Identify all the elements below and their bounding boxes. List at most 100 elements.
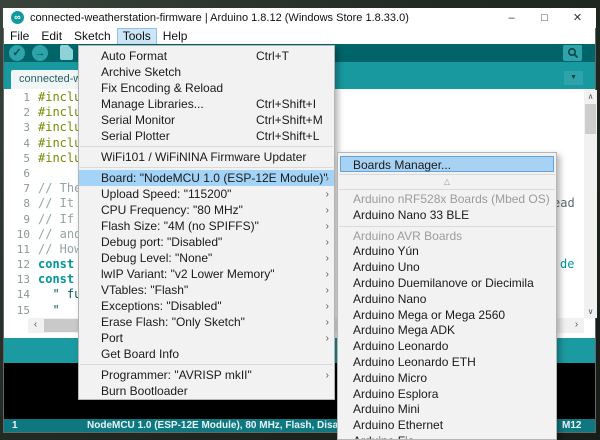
menubar-item-file[interactable]: File <box>4 28 35 45</box>
line-number: 10 <box>4 227 38 242</box>
menu-item-vtables-flash[interactable]: VTables: "Flash"› <box>79 282 334 298</box>
submenu-arrow-icon: › <box>326 283 329 299</box>
menu-item-label: CPU Frequency: "80 MHz" <box>101 203 243 217</box>
menu-item-debug-port-disabled[interactable]: Debug port: "Disabled"› <box>79 234 334 250</box>
menu-item-burn-bootloader[interactable]: Burn Bootloader <box>79 383 334 399</box>
menu-item-label: Burn Bootloader <box>101 384 188 398</box>
boards-menu-item-arduino-micro[interactable]: Arduino Micro <box>338 371 556 387</box>
code-text: // and <box>38 227 81 242</box>
submenu-arrow-icon: › <box>326 187 329 203</box>
boards-menu-item-arduino-y-n[interactable]: Arduino Yún <box>338 244 556 260</box>
menu-item-label: Serial Plotter <box>101 129 170 143</box>
boards-menu-item-arduino-fio[interactable]: Arduino Fio <box>338 434 556 440</box>
boards-menu-item-arduino-mega-or-mega-2560[interactable]: Arduino Mega or Mega 2560 <box>338 308 556 324</box>
menu-item-archive-sketch[interactable]: Archive Sketch <box>79 64 334 80</box>
line-number: 15 <box>4 303 38 318</box>
menu-item-exceptions-disabled[interactable]: Exceptions: "Disabled"› <box>79 298 334 314</box>
menu-item-manage-libraries[interactable]: Manage Libraries...Ctrl+Shift+I <box>79 96 334 112</box>
menu-item-fix-encoding-reload[interactable]: Fix Encoding & Reload <box>79 80 334 96</box>
code-text: #inclu <box>38 136 81 151</box>
menu-item-label: Serial Monitor <box>101 113 175 127</box>
menu-item-cpu-frequency-80-mhz[interactable]: CPU Frequency: "80 MHz" › <box>79 202 334 218</box>
menu-item-get-board-info[interactable]: Get Board Info <box>79 346 334 362</box>
menu-item-serial-plotter[interactable]: Serial PlotterCtrl+Shift+L <box>79 128 334 144</box>
code-text: #inclu <box>38 90 81 105</box>
boards-menu-item-arduino-duemilanove-or-diecimila[interactable]: Arduino Duemilanove or Diecimila <box>338 276 556 292</box>
line-number: 2 <box>4 105 38 120</box>
magnifier-icon <box>567 47 579 59</box>
title-bar: ∞ connected-weatherstation-firmware | Ar… <box>3 8 596 28</box>
editor-vertical-scrollbar[interactable]: ∧ ∨ <box>584 90 597 318</box>
menu-separator <box>339 226 555 227</box>
menu-item-flash-size-4m-no-spiffs[interactable]: Flash Size: "4M (no SPIFFS)"› <box>79 218 334 234</box>
boards-menu-item-arduino-nano[interactable]: Arduino Nano <box>338 292 556 308</box>
menu-item-label: lwIP Variant: "v2 Lower Memory" <box>101 267 274 281</box>
menu-shortcut: Ctrl+Shift+M <box>256 112 323 128</box>
menu-item-port[interactable]: Port› <box>79 330 334 346</box>
boards-menu-item-arduino-mini[interactable]: Arduino Mini <box>338 402 556 418</box>
menu-item-label: Debug port: "Disabled" <box>101 235 222 249</box>
menubar-item-help[interactable]: Help <box>157 28 194 45</box>
serial-monitor-button[interactable] <box>563 45 582 61</box>
menu-item-auto-format[interactable]: Auto FormatCtrl+T <box>79 48 334 64</box>
vertical-scrollbar-thumb[interactable] <box>585 104 596 134</box>
boards-menu-item-arduino-leonardo[interactable]: Arduino Leonardo <box>338 339 556 355</box>
new-sketch-button[interactable] <box>60 45 73 60</box>
submenu-arrow-icon: › <box>326 251 329 267</box>
boards-menu-item-boards-manager[interactable]: Boards Manager... <box>340 156 554 172</box>
menu-separator <box>339 189 555 190</box>
upload-button[interactable]: → <box>32 45 48 61</box>
menu-item-debug-level-none[interactable]: Debug Level: "None" › <box>79 250 334 266</box>
menubar-item-tools[interactable]: Tools <box>117 28 157 45</box>
scroll-right-arrow-icon[interactable]: › <box>569 318 584 333</box>
verify-button[interactable]: ✓ <box>9 45 25 61</box>
line-number: 12 <box>4 257 38 272</box>
line-number: 9 <box>4 212 38 227</box>
code-text: const <box>38 272 74 287</box>
code-text: #inclu <box>38 151 81 166</box>
boards-menu-item-arduino-ethernet[interactable]: Arduino Ethernet <box>338 418 556 434</box>
menu-item-label: Debug Level: "None" <box>101 251 212 265</box>
menu-item-lwip-variant-v2-lower-memory[interactable]: lwIP Variant: "v2 Lower Memory"› <box>79 266 334 282</box>
desktop-background: ∞ connected-weatherstation-firmware | Ar… <box>0 0 600 440</box>
menu-item-erase-flash-only-sketch[interactable]: Erase Flash: "Only Sketch"› <box>79 314 334 330</box>
line-number: 11 <box>4 242 38 257</box>
close-button[interactable]: ✕ <box>561 8 594 28</box>
cursor-line-indicator: 1 <box>12 419 18 432</box>
boards-menu-item-arduino-esplora[interactable]: Arduino Esplora <box>338 387 556 403</box>
menu-separator <box>80 167 333 168</box>
menu-item-board-nodemcu-1-0-esp-12e-module[interactable]: Board: "NodeMCU 1.0 (ESP-12E Module)"› <box>79 170 334 186</box>
menubar-item-edit[interactable]: Edit <box>35 28 68 45</box>
scroll-down-arrow-icon[interactable]: ∨ <box>584 305 597 318</box>
port-text-fragment: M12 <box>562 419 581 432</box>
boards-submenu-popup: Boards Manager... △ Arduino nRF528x Boards… <box>337 152 557 440</box>
code-text: // It <box>38 196 74 211</box>
menu-item-label: Port <box>101 331 123 345</box>
boards-menu-item-arduino-mega-adk[interactable]: Arduino Mega ADK <box>338 323 556 339</box>
menu-item-programmer-avrisp-mkii[interactable]: Programmer: "AVRISP mkII"› <box>79 367 334 383</box>
tab-list-dropdown-button[interactable]: ▼ <box>564 71 583 85</box>
menu-item-label: Flash Size: "4M (no SPIFFS)" <box>101 219 259 233</box>
menu-scroll-up-control[interactable]: △ <box>338 177 556 187</box>
line-number: 5 <box>4 151 38 166</box>
boards-menu-item-arduino-nrf528x-boards-mbed-os: Arduino nRF528x Boards (Mbed OS) <box>338 192 556 208</box>
submenu-arrow-icon: › <box>326 203 329 219</box>
scroll-left-arrow-icon[interactable]: ‹ <box>28 318 43 333</box>
menu-item-upload-speed-115200[interactable]: Upload Speed: "115200"› <box>79 186 334 202</box>
boards-menu-item-arduino-leonardo-eth[interactable]: Arduino Leonardo ETH <box>338 355 556 371</box>
menu-item-label: Programmer: "AVRISP mkII" <box>101 368 252 382</box>
menubar-item-sketch[interactable]: Sketch <box>68 28 117 45</box>
menu-item-serial-monitor[interactable]: Serial Monitor Ctrl+Shift+M <box>79 112 334 128</box>
boards-menu-item-arduino-nano-33-ble[interactable]: Arduino Nano 33 BLE <box>338 208 556 224</box>
submenu-arrow-icon: › <box>326 299 329 315</box>
boards-menu-item-arduino-uno[interactable]: Arduino Uno <box>338 260 556 276</box>
minimize-button[interactable]: – <box>495 8 528 28</box>
code-text: #inclu <box>38 120 81 135</box>
code-text: #inclu <box>38 105 81 120</box>
maximize-button[interactable]: □ <box>528 8 561 28</box>
scroll-up-arrow-icon[interactable]: ∧ <box>584 90 597 103</box>
menu-separator <box>339 174 555 175</box>
line-number: 8 <box>4 196 38 211</box>
menu-item-label: Board: "NodeMCU 1.0 (ESP-12E Module)" <box>101 171 328 185</box>
menu-item-wifi101-wifinina-firmware-updater[interactable]: WiFi101 / WiFiNINA Firmware Updater <box>79 149 334 165</box>
